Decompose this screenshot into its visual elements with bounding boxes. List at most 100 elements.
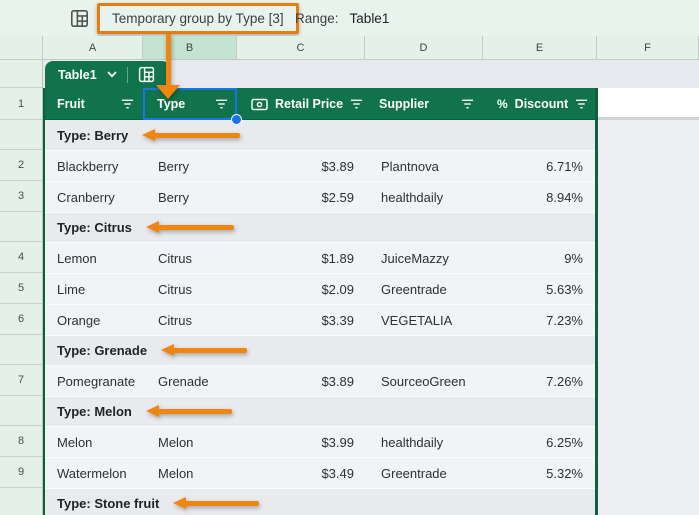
filter-icon[interactable] bbox=[575, 98, 588, 110]
table-row[interactable]: Cranberry Berry $2.59 healthdaily 8.94% bbox=[43, 181, 597, 212]
row-number-cell[interactable]: 9 bbox=[0, 457, 43, 488]
row-number-cell[interactable]: 6 bbox=[0, 304, 43, 335]
cell-price[interactable]: $3.39 bbox=[237, 313, 365, 328]
row-number-cell[interactable]: 8 bbox=[0, 426, 43, 457]
cell-fruit[interactable]: Pomegranate bbox=[43, 374, 143, 389]
cell-supplier[interactable]: SourceoGreen bbox=[365, 374, 483, 389]
cell-type[interactable]: Berry bbox=[143, 159, 237, 174]
cell-fruit[interactable]: Orange bbox=[43, 313, 143, 328]
table-row[interactable]: Orange Citrus $3.39 VEGETALIA 7.23% bbox=[43, 304, 597, 335]
row-number-cell[interactable] bbox=[0, 396, 43, 426]
group-header-row[interactable]: Type: Citrus bbox=[43, 212, 597, 242]
cell-discount[interactable]: 6.25% bbox=[483, 435, 597, 450]
group-label: Type: Grenade bbox=[57, 343, 148, 358]
row-number-cell[interactable]: 5 bbox=[0, 273, 43, 304]
column-header-e[interactable]: E bbox=[483, 36, 597, 60]
cell-type[interactable]: Citrus bbox=[143, 313, 237, 328]
table-row[interactable]: Blackberry Berry $3.89 Plantnova 6.71% bbox=[43, 150, 597, 181]
column-header-f[interactable]: F bbox=[597, 36, 699, 60]
range-label: Range: bbox=[295, 10, 339, 26]
cell-price[interactable]: $3.89 bbox=[237, 159, 365, 174]
header-cell-fruit[interactable]: Fruit bbox=[43, 88, 143, 120]
cell-price[interactable]: $1.89 bbox=[237, 251, 365, 266]
row-number-cell[interactable]: 4 bbox=[0, 242, 43, 273]
cell-price[interactable]: $3.89 bbox=[237, 374, 365, 389]
cell-type[interactable]: Melon bbox=[143, 466, 237, 481]
cell-discount[interactable]: 9% bbox=[483, 251, 597, 266]
group-label: Type: Berry bbox=[57, 127, 129, 143]
table-row[interactable]: Watermelon Melon $3.49 Greentrade 5.32% bbox=[43, 457, 597, 488]
cell-discount[interactable]: 5.63% bbox=[483, 282, 597, 297]
cell-supplier[interactable]: Greentrade bbox=[365, 466, 483, 481]
cell-price[interactable]: $3.99 bbox=[237, 435, 365, 450]
cell-fruit[interactable]: Melon bbox=[43, 435, 143, 450]
chevron-down-icon[interactable] bbox=[107, 71, 117, 78]
group-header-row[interactable]: Type: Grenade bbox=[43, 335, 597, 365]
cell-discount[interactable]: 8.94% bbox=[483, 190, 597, 205]
row-number-cell[interactable]: 3 bbox=[0, 181, 43, 212]
table-row[interactable]: Pomegranate Grenade $3.89 SourceoGreen 7… bbox=[43, 365, 597, 396]
filter-icon[interactable] bbox=[350, 98, 363, 110]
table-grid-icon[interactable] bbox=[138, 66, 155, 83]
cell-supplier[interactable]: Greentrade bbox=[365, 282, 483, 297]
cell-price[interactable]: $2.09 bbox=[237, 282, 365, 297]
left-arrow-annotation bbox=[145, 221, 234, 234]
cell-fruit[interactable]: Cranberry bbox=[43, 190, 143, 205]
cell-fruit[interactable]: Lemon bbox=[43, 251, 143, 266]
group-header-row[interactable]: Type: Stone fruit bbox=[43, 488, 597, 515]
row-number-cell[interactable]: 1 bbox=[0, 88, 43, 120]
cell-supplier[interactable]: Plantnova bbox=[365, 159, 483, 174]
column-header-d[interactable]: D bbox=[365, 36, 483, 60]
cell-type[interactable]: Citrus bbox=[143, 282, 237, 297]
filter-icon[interactable] bbox=[215, 98, 228, 110]
row-number-cell[interactable] bbox=[0, 60, 43, 88]
table-name-chip[interactable]: Table1 bbox=[45, 61, 170, 88]
select-all-corner[interactable] bbox=[0, 36, 43, 60]
header-cell-discount[interactable]: % Discount bbox=[483, 88, 597, 120]
cell-price[interactable]: $2.59 bbox=[237, 190, 365, 205]
table-row[interactable]: Lemon Citrus $1.89 JuiceMazzy 9% bbox=[43, 242, 597, 273]
table-row[interactable]: Melon Melon $3.99 healthdaily 6.25% bbox=[43, 426, 597, 457]
cell-discount[interactable]: 5.32% bbox=[483, 466, 597, 481]
cell-supplier[interactable]: VEGETALIA bbox=[365, 313, 483, 328]
header-cell-retail-price[interactable]: Retail Price bbox=[237, 88, 365, 120]
cell-price[interactable]: $3.49 bbox=[237, 466, 365, 481]
row-number-cell[interactable] bbox=[0, 120, 43, 150]
cell-discount[interactable]: 6.71% bbox=[483, 159, 597, 174]
column-header-a[interactable]: A bbox=[43, 36, 143, 60]
filter-icon[interactable] bbox=[461, 98, 474, 110]
table-header-row: Fruit Type Retail Price Supplier % Disco… bbox=[43, 88, 597, 120]
cell-discount[interactable]: 7.26% bbox=[483, 374, 597, 389]
filter-icon[interactable] bbox=[121, 98, 134, 110]
down-arrow-annotation bbox=[156, 34, 183, 99]
group-header-row[interactable]: Type: Berry bbox=[43, 120, 597, 150]
cell-fruit[interactable]: Lime bbox=[43, 282, 143, 297]
cell-type[interactable]: Citrus bbox=[143, 251, 237, 266]
left-arrow-annotation bbox=[145, 405, 232, 418]
row-number-cell[interactable] bbox=[0, 335, 43, 365]
column-header-c[interactable]: C bbox=[237, 36, 365, 60]
cell-fruit[interactable]: Blackberry bbox=[43, 159, 143, 174]
selection-handle[interactable] bbox=[231, 114, 242, 125]
row-number-cell[interactable]: 7 bbox=[0, 365, 43, 396]
cell-discount[interactable]: 7.23% bbox=[483, 313, 597, 328]
header-label-fruit: Fruit bbox=[57, 97, 85, 111]
cell-supplier[interactable]: JuiceMazzy bbox=[365, 251, 483, 266]
cell-type[interactable]: Melon bbox=[143, 435, 237, 450]
row-number-cell[interactable]: 2 bbox=[0, 150, 43, 181]
empty-area-right-of-table[interactable] bbox=[597, 120, 699, 515]
group-header-row[interactable]: Type: Melon bbox=[43, 396, 597, 426]
row-number-cell[interactable] bbox=[0, 212, 43, 242]
cell-f1[interactable] bbox=[597, 88, 699, 120]
row-number-cell[interactable] bbox=[0, 488, 43, 515]
table-right-border bbox=[595, 88, 598, 515]
table-row[interactable]: Lime Citrus $2.09 Greentrade 5.63% bbox=[43, 273, 597, 304]
row-number-gutter: 1 2 3 4 5 6 7 8 9 bbox=[0, 60, 43, 515]
cell-type[interactable]: Berry bbox=[143, 190, 237, 205]
cell-fruit[interactable]: Watermelon bbox=[43, 466, 143, 481]
cell-supplier[interactable]: healthdaily bbox=[365, 435, 483, 450]
cell-type[interactable]: Grenade bbox=[143, 374, 237, 389]
percent-icon: % bbox=[497, 97, 508, 111]
cell-supplier[interactable]: healthdaily bbox=[365, 190, 483, 205]
header-cell-supplier[interactable]: Supplier bbox=[365, 88, 483, 120]
